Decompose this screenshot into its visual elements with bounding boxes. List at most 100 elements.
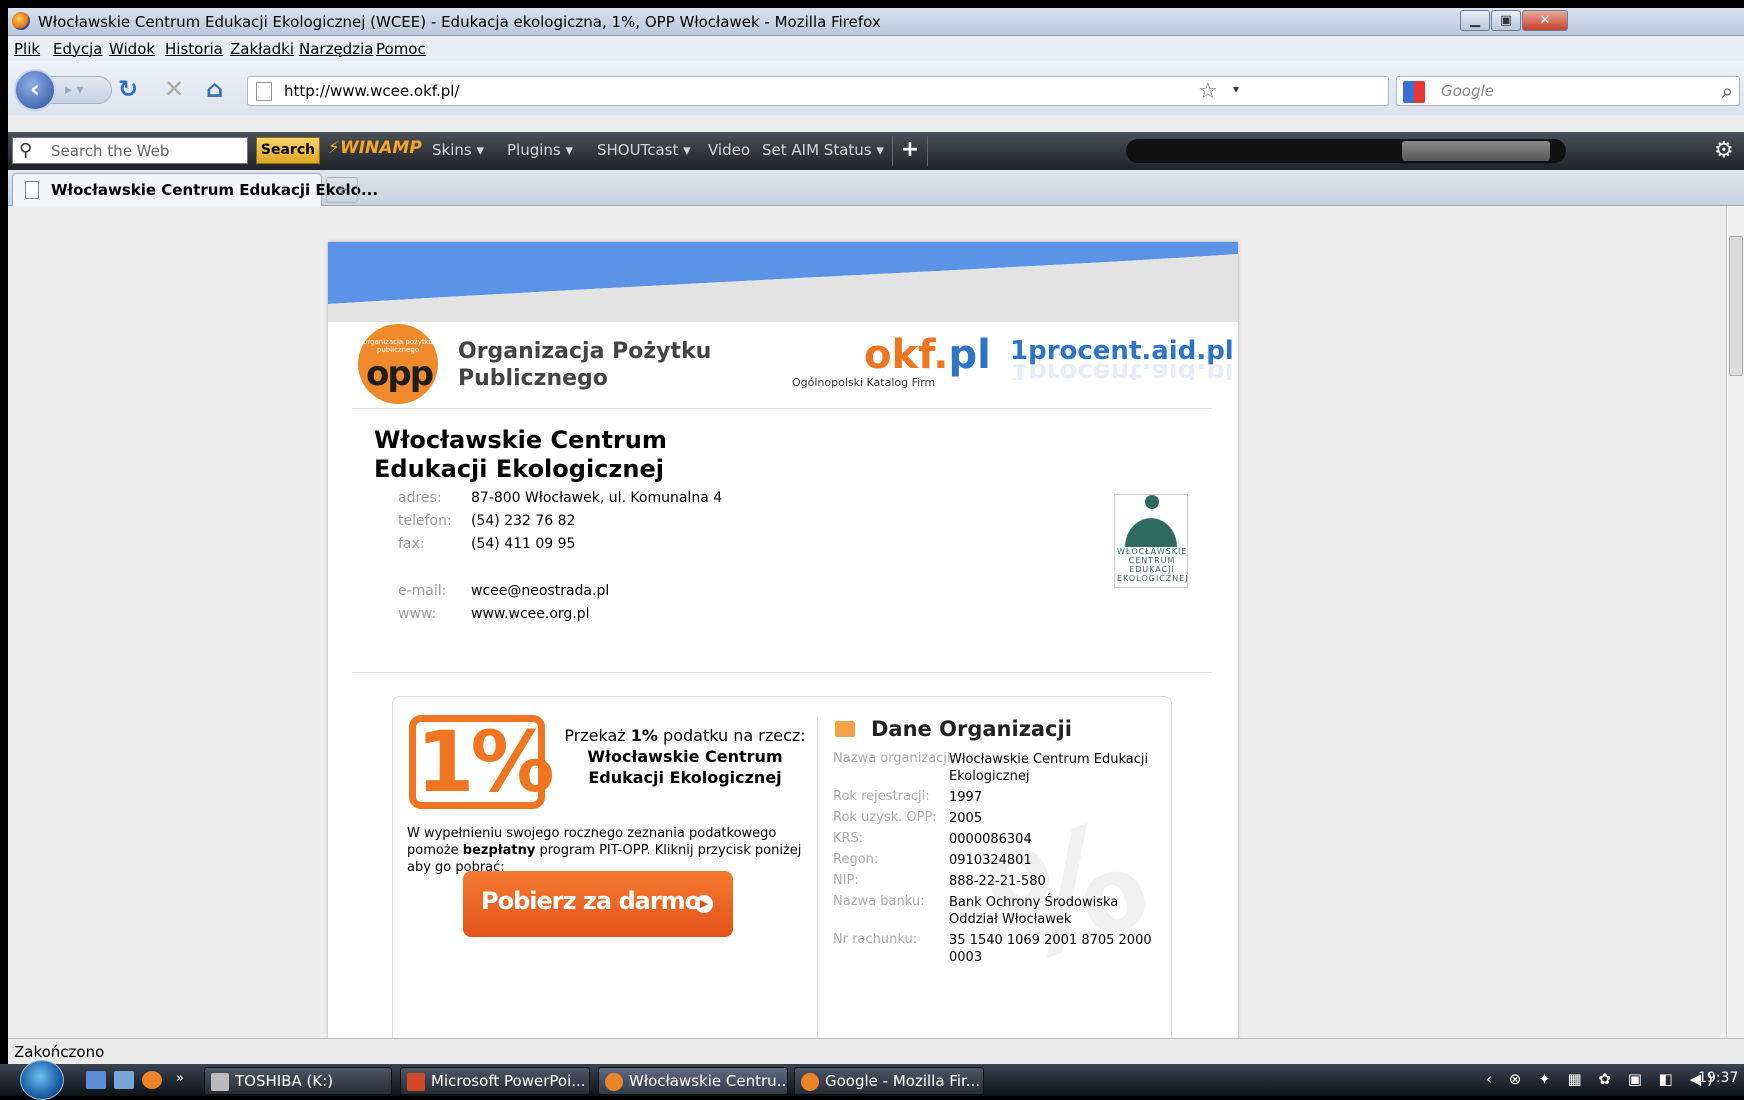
maximize-button[interactable]: ▣ <box>1491 10 1521 31</box>
shoutcast-menu[interactable]: SHOUTcast ▾ <box>597 141 691 159</box>
gear-icon[interactable]: ⚙ <box>1714 138 1734 163</box>
email-link[interactable]: wcee@neostrada.pl <box>471 583 609 599</box>
toolbar-search-placeholder: Search the Web <box>51 142 170 160</box>
regon-value: 0910324801 <box>949 853 1032 868</box>
back-button[interactable]: ‹ <box>14 69 56 111</box>
forward-button[interactable]: ▸ ▾ <box>50 76 112 104</box>
system-tray[interactable]: ‹ ⊗ ✦ ▦ ✿ ▣ ◧ ◀) <box>1486 1070 1719 1088</box>
task-label: Włocławskie Centru... <box>629 1072 788 1090</box>
reg-year-value: 1997 <box>949 790 983 805</box>
firefox-icon <box>12 12 30 30</box>
new-tab-button[interactable]: + <box>326 177 358 203</box>
task-powerpoint[interactable]: Microsoft PowerPoi... <box>400 1067 590 1095</box>
www-link[interactable]: www.wcee.org.pl <box>471 606 590 622</box>
google-icon[interactable] <box>1403 81 1425 103</box>
donate-pre: Przekaż <box>564 726 631 745</box>
menu-plik[interactable]: Plik <box>14 40 40 58</box>
pit-info-text: W wypełnieniu swojego rocznego zeznania … <box>407 825 811 876</box>
video-menu[interactable]: Video <box>708 141 750 159</box>
close-button[interactable]: ✕ <box>1522 10 1568 31</box>
toolbar-search-button[interactable]: Search <box>256 137 320 164</box>
powerpoint-icon <box>407 1073 425 1091</box>
opp-year-label: Rok uzysk. OPP: <box>833 810 937 825</box>
fax-label: fax: <box>398 536 425 552</box>
chevron-icon[interactable]: » <box>176 1071 196 1089</box>
menu-historia[interactable]: Historia <box>165 40 223 58</box>
task-google-firefox[interactable]: Google - Mozilla Fir... <box>794 1067 984 1095</box>
winamp-toolbar: ⚲ Search the Web Search ⚡WINAMP Skins ▾ … <box>8 132 1744 170</box>
minimize-button[interactable]: ▁ <box>1460 10 1490 31</box>
bookmark-star-icon[interactable]: ☆ <box>1198 79 1218 104</box>
divider <box>352 408 1212 409</box>
opp-logo: organizacja pożytku publicznego opp <box>358 324 438 404</box>
menu-zakladki[interactable]: Zakładki <box>230 40 294 58</box>
task-wcee-firefox[interactable]: Włocławskie Centru... <box>598 1067 788 1095</box>
donate-text: Przekaż 1% podatku na rzecz: Włocławskie… <box>561 725 809 788</box>
player-controls[interactable] <box>1402 141 1550 161</box>
page-icon <box>25 181 39 199</box>
firefox-icon <box>801 1073 819 1091</box>
url-dropdown-icon[interactable]: ▾ <box>1233 82 1239 96</box>
aim-status-menu[interactable]: Set AIM Status ▾ <box>762 141 884 159</box>
status-bar: Zakończono <box>8 1038 1744 1064</box>
menu-narzedzia[interactable]: Narzędzia <box>299 40 373 58</box>
pit-info-bold: bezpłatny <box>462 843 536 858</box>
start-button[interactable] <box>20 1060 64 1100</box>
okf-subtitle: Ogólnopolski Katalog Firm <box>792 376 936 389</box>
okf-logo-a: okf. <box>864 332 949 378</box>
task-label: TOSHIBA (K:) <box>235 1072 334 1090</box>
toolbar-search-input[interactable]: ⚲ Search the Web <box>12 137 248 164</box>
tab-wcee[interactable]: Włocławskie Centrum Edukacji Ekolo... <box>12 173 378 206</box>
menu-bar: Plik Edycja Widok Historia Zakładki Narz… <box>8 36 1744 61</box>
title-bar: Włocławskie Centrum Edukacji Ekologiczne… <box>8 8 1744 36</box>
skins-menu[interactable]: Skins ▾ <box>432 141 484 159</box>
switch-windows-icon[interactable] <box>114 1071 134 1089</box>
task-toshiba[interactable]: TOSHIBA (K:) <box>204 1067 392 1095</box>
show-desktop-icon[interactable] <box>86 1071 106 1089</box>
download-pit-button[interactable]: Pobierz za darmo PIT-OPP ▶ <box>463 871 733 975</box>
scrollbar-thumb[interactable] <box>1729 236 1743 376</box>
opp-title-line2: Publicznego <box>458 366 608 391</box>
add-button[interactable]: + <box>892 136 928 166</box>
one-percent-box: 1% Przekaż 1% podatku na rzecz: Włocławs… <box>392 696 1172 1038</box>
bank-label: Nazwa banku: <box>833 894 925 909</box>
opp-title: Organizacja Pożytku Publicznego <box>458 338 718 392</box>
nip-value: 888-22-21-580 <box>949 874 1046 889</box>
firefox-icon <box>605 1073 623 1091</box>
vertical-divider <box>817 717 818 1038</box>
plugins-menu[interactable]: Plugins ▾ <box>507 141 573 159</box>
wcee-logo-text: WŁOCŁAWSKIE CENTRUM EDUKACJI EKOLOGICZNE… <box>1117 547 1189 583</box>
folder-icon <box>835 721 855 737</box>
okf-logo[interactable]: okf.pl <box>864 332 991 378</box>
winamp-logo[interactable]: ⚡WINAMP <box>328 138 422 158</box>
reg-year-label: Rok rejestracji: <box>833 789 930 804</box>
vertical-scrollbar[interactable] <box>1726 206 1744 1038</box>
home-icon[interactable]: ⌂ <box>206 75 223 103</box>
account-value: 35 1540 1069 2001 8705 2000 0003 <box>949 933 1152 965</box>
address-value: 87-800 Włocławek, ul. Komunalna 4 <box>471 490 723 506</box>
krs-value: 0000086304 <box>949 832 1032 847</box>
reload-icon[interactable]: ↻ <box>118 75 138 103</box>
menu-pomoc[interactable]: Pomoc <box>376 40 426 58</box>
download-label: Pobierz za darmo PIT-OPP <box>481 887 701 975</box>
krs-label: KRS: <box>833 831 864 846</box>
menu-widok[interactable]: Widok <box>109 40 155 58</box>
fax-value: (54) 411 09 95 <box>471 536 576 552</box>
drive-icon <box>211 1073 229 1091</box>
search-box[interactable]: Google ⌕ <box>1396 76 1740 106</box>
divider <box>352 672 1212 673</box>
menu-edycja[interactable]: Edycja <box>53 40 102 58</box>
procent-logo[interactable]: 1procent.aid.pl <box>1010 336 1234 366</box>
stop-icon[interactable]: ✕ <box>164 75 184 103</box>
task-label: Microsoft PowerPoi... <box>431 1072 586 1090</box>
search-icon: ⚲ <box>19 140 33 161</box>
opp-year-value: 2005 <box>949 811 983 826</box>
browser-window: Włocławskie Centrum Edukacji Ekologiczne… <box>8 8 1744 1064</box>
firefox-quicklaunch-icon[interactable] <box>142 1071 162 1089</box>
page-card: organizacja pożytku publicznego opp Orga… <box>328 242 1238 1038</box>
search-icon[interactable]: ⌕ <box>1722 79 1733 103</box>
status-text: Zakończono <box>14 1043 105 1061</box>
donate-org: Włocławskie Centrum Edukacji Ekologiczne… <box>587 747 783 787</box>
account-label: Nr rachunku: <box>833 932 918 947</box>
url-bar[interactable]: http://www.wcee.okf.pl/ ☆ ▾ <box>247 76 1389 106</box>
